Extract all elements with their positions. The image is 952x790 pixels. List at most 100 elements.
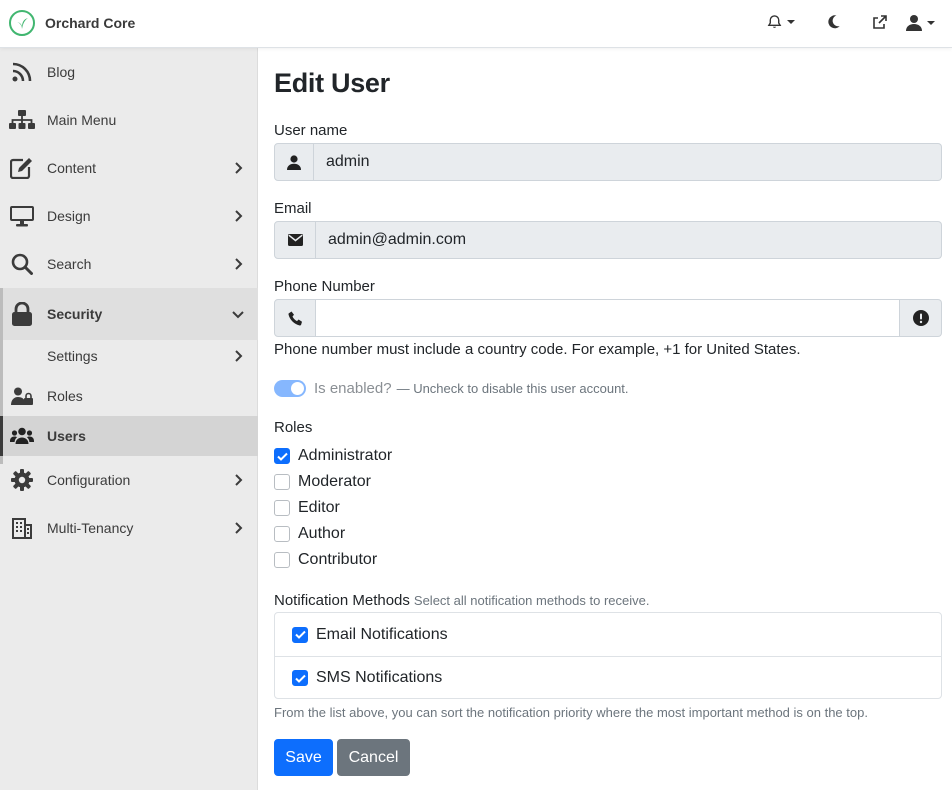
role-label: Editor: [298, 499, 340, 516]
lock-icon: [9, 301, 35, 327]
orchard-logo-icon: [9, 10, 35, 36]
chevron-down-icon: [927, 20, 935, 25]
chevron-down-icon: [787, 20, 795, 24]
checkbox-checked[interactable]: [292, 670, 308, 686]
enabled-hint: — Uncheck to disable this user account.: [396, 381, 629, 396]
notification-item-email[interactable]: Email Notifications: [275, 613, 941, 656]
chevron-right-icon: [235, 162, 243, 174]
sidebar-item-label: Configuration: [47, 472, 131, 488]
phone-icon: [274, 299, 316, 337]
checkbox[interactable]: [274, 474, 290, 490]
checkbox-checked[interactable]: [274, 448, 290, 464]
sidebar-item-multi-tenancy[interactable]: Multi-Tenancy: [0, 504, 258, 552]
email-label: Email: [274, 200, 312, 217]
enabled-switch[interactable]: [274, 380, 306, 397]
checkbox[interactable]: [274, 500, 290, 516]
sidebar-item-label: Roles: [47, 388, 83, 404]
moon-icon: [828, 15, 840, 29]
gear-icon: [9, 467, 35, 493]
user-icon: [906, 15, 922, 31]
email-input[interactable]: [316, 221, 942, 259]
checkbox[interactable]: [274, 552, 290, 568]
sidebar-item-security[interactable]: Security: [0, 288, 258, 340]
notification-methods-title: Notification Methods Select all notificat…: [274, 592, 649, 609]
sidebar-item-label: Security: [47, 306, 103, 322]
sidebar-item-label: Blog: [47, 64, 76, 80]
role-author[interactable]: Author: [274, 525, 345, 543]
theme-toggle[interactable]: [827, 14, 841, 30]
chevron-right-icon: [235, 258, 243, 270]
role-moderator[interactable]: Moderator: [274, 473, 371, 491]
role-label: Moderator: [298, 473, 371, 490]
checkbox-checked[interactable]: [292, 626, 308, 643]
checkbox[interactable]: [274, 526, 290, 542]
enabled-label: Is enabled?: [314, 380, 392, 397]
cancel-button[interactable]: Cancel: [337, 739, 410, 776]
sidebar-item-settings[interactable]: Settings: [0, 336, 258, 376]
notification-label: Email Notifications: [316, 625, 448, 643]
search-icon: [9, 251, 35, 277]
user-icon: [274, 143, 314, 181]
save-button[interactable]: Save: [274, 739, 333, 776]
sidebar-item-label: Users: [47, 428, 86, 444]
exclamation-circle-icon: [900, 299, 942, 337]
brand-link[interactable]: Orchard Core: [9, 10, 135, 36]
sidebar-item-label: Multi-Tenancy: [47, 520, 134, 536]
sidebar-item-design[interactable]: Design: [0, 192, 258, 240]
phone-input[interactable]: [316, 299, 900, 337]
top-navbar: Orchard Core: [0, 0, 952, 48]
role-label: Contributor: [298, 551, 378, 568]
role-label: Author: [298, 525, 346, 542]
username-group: [274, 143, 942, 181]
notification-footer-hint: From the list above, you can sort the no…: [274, 705, 868, 720]
monitor-icon: [9, 203, 35, 229]
visit-site-link[interactable]: [872, 14, 888, 30]
phone-help-text: Phone number must include a country code…: [274, 341, 801, 358]
sidebar-item-roles[interactable]: Roles: [0, 376, 258, 416]
chevron-right-icon: [235, 474, 243, 486]
sidebar-item-label: Search: [47, 256, 92, 272]
user-menu-dropdown[interactable]: [906, 14, 935, 31]
external-link-icon: [873, 15, 887, 29]
sidebar-item-label: Content: [47, 160, 97, 176]
sidebar-item-configuration[interactable]: Configuration: [0, 456, 258, 504]
sidebar-item-blog[interactable]: Blog: [0, 48, 258, 96]
phone-group: [274, 299, 942, 337]
enabled-switch-row: Is enabled? — Uncheck to disable this us…: [274, 380, 629, 397]
sidebar: Blog Main Menu Content Design Search Sec…: [0, 48, 258, 790]
sidebar-item-search[interactable]: Search: [0, 240, 258, 288]
username-label: User name: [274, 122, 348, 139]
building-icon: [9, 515, 35, 541]
bell-icon: [767, 15, 782, 28]
notification-label: SMS Notifications: [316, 669, 443, 686]
notification-methods-hint: Select all notification methods to recei…: [413, 593, 650, 608]
notification-methods-label: Notification Methods: [274, 592, 410, 609]
sidebar-item-content[interactable]: Content: [0, 144, 258, 192]
brand-name: Orchard Core: [45, 15, 136, 31]
sidebar-item-label: Main Menu: [47, 112, 117, 128]
page-title: Edit User: [274, 68, 390, 98]
user-lock-icon: [9, 383, 35, 409]
sidebar-item-label: Settings: [47, 348, 98, 364]
role-administrator[interactable]: Administrator: [274, 447, 392, 465]
chevron-right-icon: [235, 522, 243, 534]
sidebar-item-label: Design: [47, 208, 91, 224]
username-input[interactable]: [314, 143, 942, 181]
role-contributor[interactable]: Contributor: [274, 551, 377, 569]
notification-methods-list: Email Notifications SMS Notifications: [274, 612, 942, 699]
notifications-dropdown[interactable]: [767, 14, 795, 30]
role-label: Administrator: [298, 447, 393, 464]
chevron-down-icon: [232, 311, 244, 319]
sidebar-item-main-menu[interactable]: Main Menu: [0, 96, 258, 144]
phone-label: Phone Number: [274, 278, 375, 295]
sitemap-icon: [9, 107, 35, 133]
chevron-right-icon: [235, 350, 243, 362]
edit-icon: [9, 155, 35, 181]
roles-title: Roles: [274, 419, 313, 436]
notification-item-sms[interactable]: SMS Notifications: [275, 656, 941, 699]
sidebar-item-users[interactable]: Users: [0, 416, 258, 456]
envelope-icon: [274, 221, 316, 259]
chevron-right-icon: [235, 210, 243, 222]
email-group: [274, 221, 942, 259]
role-editor[interactable]: Editor: [274, 499, 340, 517]
